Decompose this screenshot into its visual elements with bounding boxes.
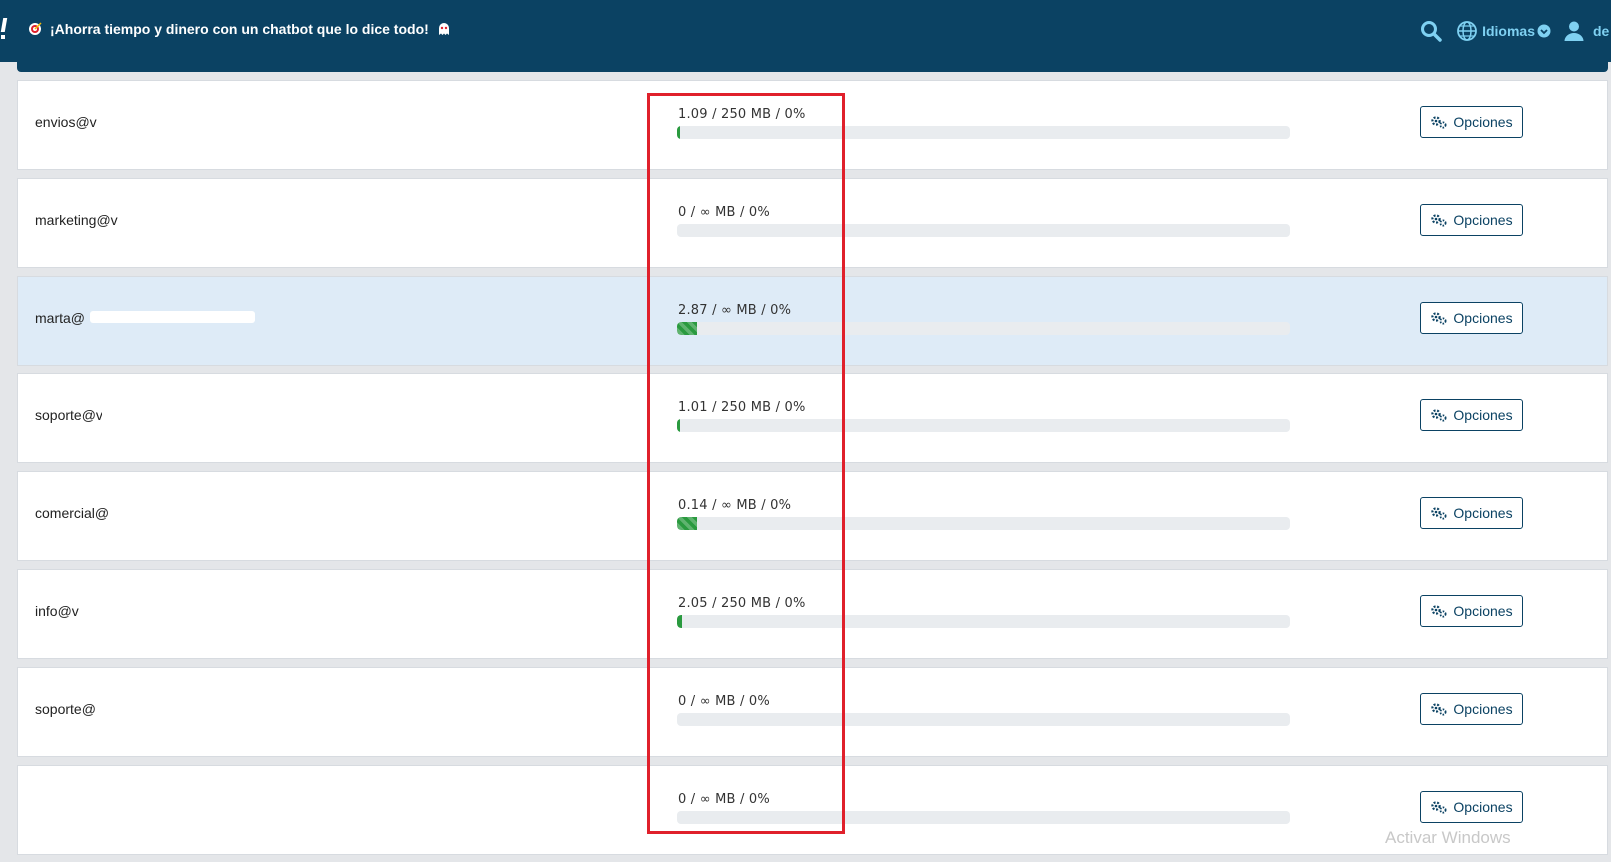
storage-progress-bar — [677, 712, 1290, 726]
options-label: Opciones — [1453, 505, 1513, 522]
options-label: Opciones — [1453, 407, 1513, 424]
options-label: Opciones — [1453, 211, 1513, 228]
storage-progress-bar — [677, 810, 1290, 824]
windows-activation-watermark: Activar Windows — [1385, 828, 1511, 847]
gears-icon — [1431, 605, 1447, 618]
storage-usage-text: 1.09 / 250 MB / 0% — [678, 107, 806, 122]
gears-icon — [1431, 507, 1447, 520]
options-label: Opciones — [1453, 798, 1513, 815]
options-button[interactable]: Opciones — [1420, 790, 1523, 823]
target-icon — [29, 22, 42, 35]
storage-progress-bar — [677, 321, 1290, 335]
languages-dropdown[interactable]: Idiomas — [1456, 20, 1563, 42]
table-row[interactable]: 0 / ∞ MB / 0% Opciones — [17, 764, 1608, 855]
storage-progress-fill — [677, 419, 680, 433]
table-row[interactable]: marta@ 2.87 / ∞ MB / 0% Opciones — [17, 275, 1608, 366]
gears-icon — [1431, 214, 1447, 227]
account-email: envios@v — [35, 114, 97, 130]
storage-progress-fill — [677, 126, 680, 139]
table-row[interactable]: soporte@ 0 / ∞ MB / 0% Opciones — [17, 666, 1608, 757]
top-navbar: ¡Ahorra tiempo y dinero con un chatbot q… — [0, 0, 1611, 62]
storage-progress-bar — [677, 126, 1290, 139]
storage-usage-text: 2.87 / ∞ MB / 0% — [678, 302, 792, 318]
user-menu[interactable]: de — [1563, 20, 1611, 42]
table-row[interactable]: soporte@v 1.01 / 250 MB / 0% Opciones — [17, 373, 1608, 464]
account-email: marta@ — [35, 309, 85, 326]
gears-icon — [1431, 116, 1447, 129]
table-header-strip — [17, 62, 1608, 72]
storage-usage-text: 0 / ∞ MB / 0% — [678, 791, 770, 807]
options-button[interactable]: Opciones — [1420, 497, 1523, 530]
account-email: comercial@ — [35, 505, 110, 522]
storage-usage-text: 0.14 / ∞ MB / 0% — [678, 498, 792, 514]
options-button[interactable]: Opciones — [1420, 692, 1523, 725]
globe-icon — [1457, 21, 1477, 41]
user-icon — [1564, 21, 1584, 41]
storage-progress-fill — [677, 615, 683, 628]
ghost-icon — [438, 23, 449, 35]
account-email: soporte@v — [35, 407, 103, 424]
search-icon[interactable] — [1420, 20, 1442, 42]
table-row[interactable]: marketing@v 0 / ∞ MB / 0% Opciones — [17, 177, 1608, 268]
gears-icon — [1431, 409, 1447, 422]
user-label: de — [1593, 23, 1610, 39]
promo-banner[interactable]: ¡Ahorra tiempo y dinero con un chatbot q… — [28, 21, 451, 37]
redacted-region — [90, 310, 255, 323]
redacted-region — [102, 408, 242, 421]
storage-usage-text: 0 / ∞ MB / 0% — [678, 693, 770, 709]
gears-icon — [1431, 703, 1447, 716]
options-label: Opciones — [1453, 114, 1513, 130]
table-row[interactable]: comercial@ 0.14 / ∞ MB / 0% Opciones — [17, 471, 1608, 562]
storage-progress-bar — [677, 223, 1290, 237]
account-email: soporte@ — [35, 700, 96, 717]
table-row[interactable]: envios@v 1.09 / 250 MB / 0% Opciones — [17, 80, 1608, 170]
options-button[interactable]: Opciones — [1420, 301, 1523, 334]
storage-progress-bar — [677, 419, 1290, 433]
languages-label: Idiomas — [1482, 23, 1535, 39]
storage-progress-bar — [677, 517, 1290, 531]
account-email: marketing@v — [35, 211, 118, 228]
storage-usage-text: 1.01 / 250 MB / 0% — [678, 400, 806, 416]
storage-usage-text: 0 / ∞ MB / 0% — [678, 204, 770, 220]
brand-logo[interactable] — [0, 18, 8, 39]
options-button[interactable]: Opciones — [1420, 106, 1523, 138]
options-label: Opciones — [1453, 700, 1513, 717]
account-email: info@v — [35, 603, 79, 619]
options-label: Opciones — [1453, 603, 1513, 619]
storage-progress-fill — [677, 517, 698, 531]
storage-progress-fill — [677, 321, 698, 335]
options-button[interactable]: Opciones — [1420, 399, 1523, 432]
gears-icon — [1431, 800, 1447, 814]
chevron-down-icon — [1537, 24, 1551, 38]
table-row[interactable]: info@v 2.05 / 250 MB / 0% Opciones — [17, 569, 1608, 659]
promo-text: ¡Ahorra tiempo y dinero con un chatbot q… — [50, 21, 429, 37]
header-tools: Idiomas de — [1420, 18, 1611, 44]
storage-progress-bar — [677, 615, 1290, 628]
storage-usage-text: 2.05 / 250 MB / 0% — [678, 596, 806, 611]
options-label: Opciones — [1453, 309, 1513, 326]
options-button[interactable]: Opciones — [1420, 203, 1523, 236]
gears-icon — [1431, 311, 1447, 325]
options-button[interactable]: Opciones — [1420, 595, 1523, 627]
